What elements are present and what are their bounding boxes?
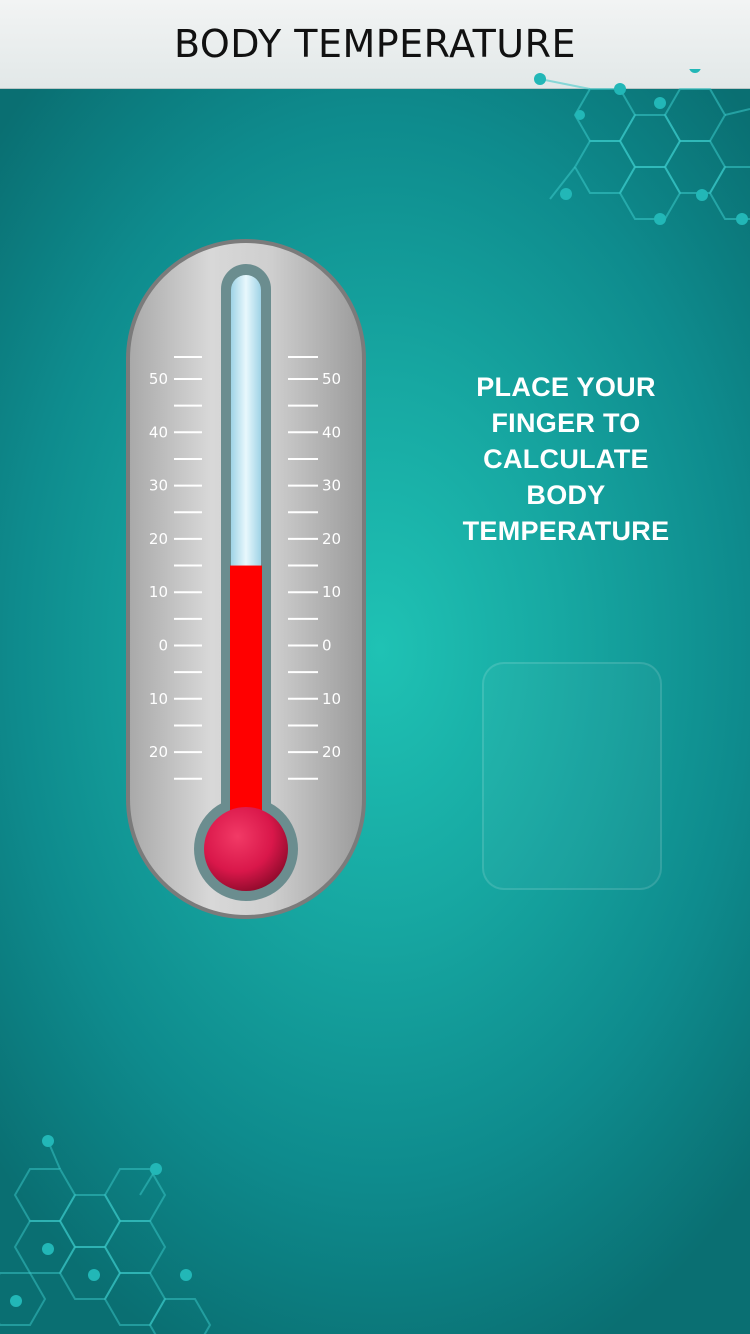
scale-label-right: 30 — [322, 477, 341, 495]
scale-label-left: 20 — [149, 530, 168, 548]
scale-label-left: 0 — [158, 637, 168, 655]
scale-label-left: 10 — [149, 583, 168, 601]
main-area: PLACE YOUR FINGER TO CALCULATE BODY TEMP… — [0, 69, 750, 1334]
finger-sensor-pad[interactable] — [482, 662, 662, 890]
scale-label-right: 20 — [322, 743, 341, 761]
thermometer-bulb — [204, 807, 288, 891]
hexagon-pattern-top-icon — [534, 69, 750, 225]
thermometer-fill — [230, 565, 262, 839]
scale-label-left: 30 — [149, 477, 168, 495]
hexagon-pattern-bottom-icon — [0, 1135, 212, 1334]
scale-label-left: 40 — [149, 423, 168, 441]
thermometer: 50 50 40 40 30 30 20 20 10 10 0 0 10 10 20 20 — [126, 239, 366, 919]
scale-label-left: 50 — [149, 370, 168, 388]
page-title: BODY TEMPERATURE — [173, 22, 577, 66]
scale-label-right: 10 — [322, 583, 341, 601]
instruction-text: PLACE YOUR FINGER TO CALCULATE BODY TEMP… — [462, 372, 670, 546]
scale-label-right: 0 — [322, 637, 332, 655]
scale-label-right: 50 — [322, 370, 341, 388]
scale-label-left: 20 — [149, 743, 168, 761]
scale-label-right: 40 — [322, 423, 341, 441]
scale-label-right: 10 — [322, 690, 341, 708]
scale-label-right: 20 — [322, 530, 341, 548]
scale-label-left: 10 — [149, 690, 168, 708]
